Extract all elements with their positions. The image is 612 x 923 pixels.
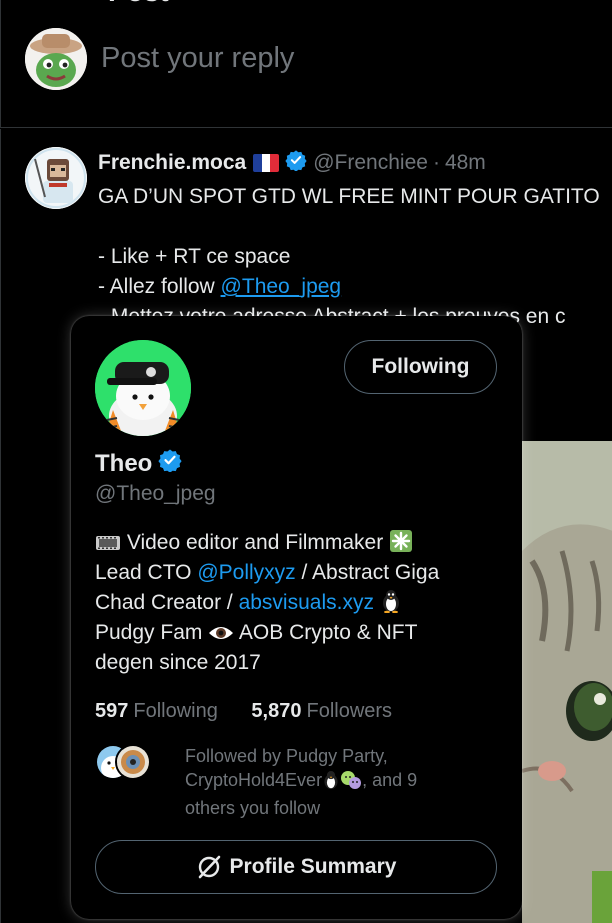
tweet-author-avatar[interactable] (25, 147, 87, 209)
bio-text: / Abstract Giga (295, 561, 440, 584)
bio-text: Video editor and Filmmaker (121, 531, 390, 554)
followed-by-line: Followed by Pudgy Party, (185, 746, 388, 766)
bio-line: Video editor and Filmmaker (95, 528, 505, 558)
composer-avatar[interactable] (25, 28, 87, 90)
bio-line: degen since 2017 (95, 651, 261, 674)
profile-avatar[interactable] (95, 340, 191, 436)
followers-count-link[interactable]: 5,870 Followers (251, 700, 392, 723)
bio-mention-link[interactable]: @Pollyxyz (197, 561, 295, 584)
profile-bio: Video editor and Filmmaker Lead CTO @Pol… (95, 528, 505, 678)
follower-avatar (115, 744, 151, 780)
profile-summary-button[interactable]: Profile Summary (95, 840, 497, 894)
bio-text: Pudgy Fam (95, 621, 209, 644)
verified-badge-icon (158, 448, 182, 479)
following-button[interactable]: Following (344, 340, 497, 394)
tweet-text-line: - Allez follow @Theo_jpeg (98, 275, 341, 299)
bio-line: Pudgy Fam AOB Crypto & NFT (95, 618, 505, 648)
tweet-text-fragment: - Allez follow (98, 275, 221, 298)
tweet-author-handle[interactable]: @Frenchiee (313, 151, 428, 175)
following-count: 597 (95, 700, 129, 722)
following-count-link[interactable]: 597 Following (95, 700, 218, 723)
tweet-media-image[interactable] (522, 441, 612, 923)
followed-by-line: CryptoHold4Ever (185, 770, 323, 790)
mention-link[interactable]: @Theo_jpeg (221, 275, 342, 298)
france-flag-icon (253, 154, 280, 172)
followed-by-line: others you follow (185, 798, 321, 818)
followed-by-line: , and 9 (362, 770, 418, 790)
followers-count: 5,870 (251, 700, 302, 722)
verified-badge-icon (285, 149, 307, 177)
bio-line: Chad Creator / absvisuals.xyz (95, 588, 505, 618)
following-label: Following (133, 700, 218, 722)
profile-summary-label: Profile Summary (229, 855, 397, 878)
bio-text: Lead CTO (95, 561, 198, 584)
penguin-icon (322, 770, 340, 796)
profile-hover-card: Following Theo @Theo_jpeg Video editor a… (71, 316, 522, 919)
theater-masks-icon (340, 770, 362, 796)
reply-input[interactable] (101, 38, 581, 78)
tweet-header: Frenchie.moca @Frenchiee · 48m (98, 149, 486, 177)
tweet-text-line: - Like + RT ce space (98, 245, 291, 268)
followers-label: Followers (306, 700, 393, 722)
bio-text: Chad Creator / (95, 591, 239, 614)
profile-display-name[interactable]: Theo (95, 450, 152, 478)
followed-by-text[interactable]: Followed by Pudgy Party, CryptoHold4Ever… (185, 744, 505, 820)
profile-name: Theo (95, 448, 182, 479)
separator-dot: · (432, 151, 440, 174)
bio-line: Lead CTO @Pollyxyz / Abstract Giga (95, 558, 505, 588)
followed-by-avatars[interactable] (95, 744, 167, 780)
tweet-text-line: GA D’UN SPOT GTD WL FREE MINT POUR GATIT… (98, 185, 600, 208)
bio-website-link[interactable]: absvisuals.xyz (239, 591, 374, 614)
tweet-author-name[interactable]: Frenchie.moca (98, 151, 246, 175)
grok-slash-icon (196, 854, 222, 880)
tweet-time[interactable]: 48m (445, 151, 486, 175)
profile-stats: 597 Following 5,870 Followers (95, 700, 392, 723)
reply-composer (0, 0, 612, 128)
profile-handle[interactable]: @Theo_jpeg (95, 482, 216, 506)
bio-text: AOB Crypto & NFT (234, 621, 418, 644)
